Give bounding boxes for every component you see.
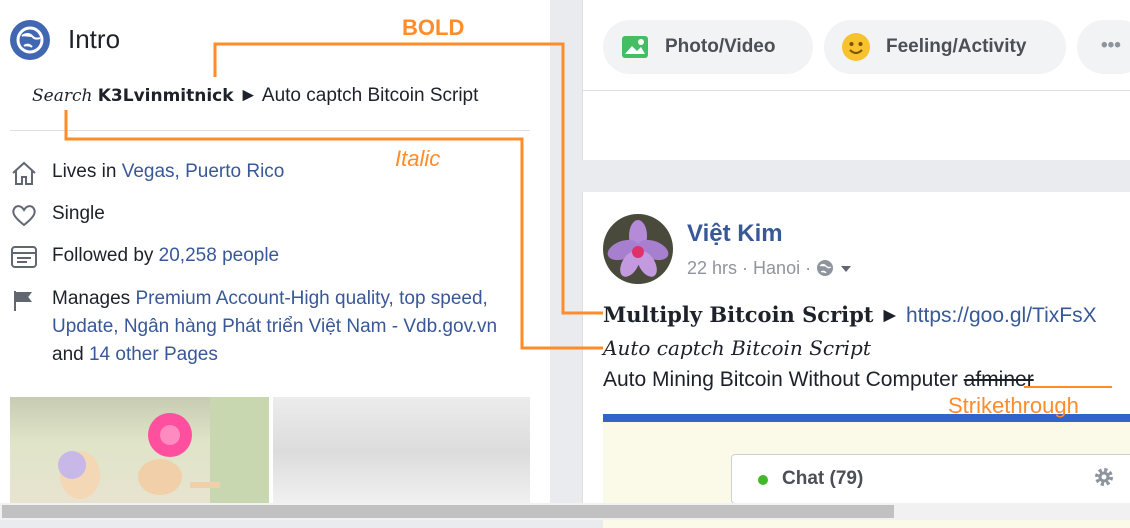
scrollbar-thumb[interactable] [2, 505, 894, 518]
annotation-strikethrough: Strikethrough [948, 393, 1079, 418]
horizontal-scrollbar[interactable] [0, 503, 1130, 520]
annotation-italic: Italic [395, 146, 441, 171]
annotation-connectors [64, 42, 1112, 388]
annotation-bold: BOLD [402, 15, 465, 40]
